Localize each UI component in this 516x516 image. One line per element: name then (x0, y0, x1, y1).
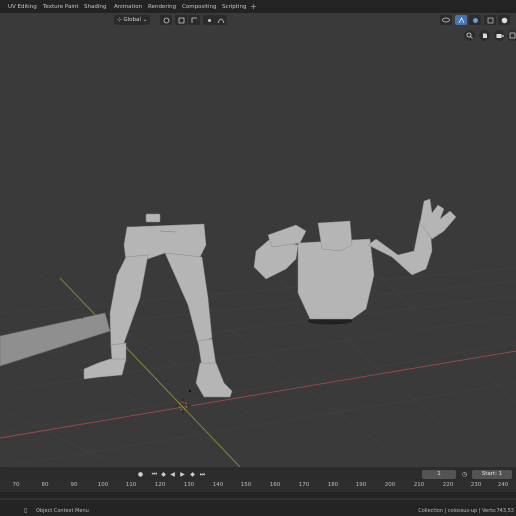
playback-controls: ● ⏮ ◆ ◀ ▶ ◆ ⏭ 1 ◷ Start: 1 (0, 467, 516, 481)
tick-label: 210 (413, 482, 425, 488)
play-reverse-icon[interactable]: ◀ (168, 470, 177, 479)
record-icon[interactable]: ● (136, 470, 145, 479)
snap-icon[interactable] (175, 15, 187, 25)
tick-label: 100 (97, 482, 109, 488)
timeline-scrollbar[interactable] (0, 498, 516, 500)
status-bar: ▯ Object Context Menu Collection | colos… (0, 506, 516, 516)
zoom-icon[interactable] (464, 30, 475, 41)
tab-texture-paint[interactable]: Texture Paint (43, 2, 79, 12)
tick-label: 80 (41, 482, 49, 488)
shading-solid-icon[interactable] (498, 15, 510, 25)
torso-mesh (253, 198, 457, 325)
tab-uv-editing[interactable]: UV Editing (8, 2, 37, 12)
tick-label: 170 (298, 482, 310, 488)
tick-label: 220 (442, 482, 454, 488)
visibility-icon[interactable] (440, 15, 452, 25)
legs-mesh (83, 213, 233, 398)
object-origin (81, 317, 83, 319)
start-frame-field[interactable]: Start: 1 (472, 470, 512, 479)
falloff-icon[interactable] (215, 15, 227, 25)
xray-icon[interactable] (484, 15, 496, 25)
tick-label: 190 (355, 482, 367, 488)
gizmo-icon[interactable] (455, 15, 467, 25)
tick-label: 70 (12, 482, 20, 488)
viewport-header: ⊹ Global ⌄ (0, 13, 516, 27)
mouse-right-icon: ▯ (24, 507, 28, 514)
tick-label: 130 (183, 482, 195, 488)
object-origin (188, 389, 192, 393)
play-icon[interactable]: ▶ (178, 470, 187, 479)
timeline-editor[interactable]: ● ⏮ ◆ ◀ ▶ ◆ ⏭ 1 ◷ Start: 1 70 80 90 100 … (0, 467, 516, 506)
tick-label: 200 (384, 482, 396, 488)
snap-target-icon[interactable] (188, 15, 200, 25)
tick-label: 90 (70, 482, 78, 488)
tick-label: 140 (212, 482, 224, 488)
proportional-edit-icon[interactable] (203, 15, 215, 25)
camera-view-icon[interactable] (494, 30, 505, 41)
tick-label: 110 (125, 482, 137, 488)
jump-keyframe-forward-icon[interactable]: ◆ (188, 470, 197, 479)
jump-end-icon[interactable]: ⏭ (198, 470, 207, 479)
tick-label: 120 (154, 482, 166, 488)
frame-ruler[interactable]: 70 80 90 100 110 120 130 140 150 160 170… (0, 481, 516, 492)
tab-animation[interactable]: Animation (114, 2, 142, 12)
tick-label: 240 (497, 482, 509, 488)
overlay-icon[interactable] (469, 15, 481, 25)
context-menu-hint: Object Context Menu (36, 508, 89, 514)
jump-start-icon[interactable]: ⏮ (150, 470, 159, 479)
transform-orientation-dropdown[interactable]: ⊹ Global ⌄ (114, 15, 151, 25)
timeline-track-area[interactable] (0, 492, 516, 506)
ortho-grid-icon[interactable] (507, 30, 516, 41)
tab-rendering[interactable]: Rendering (148, 2, 176, 12)
ground-plane (0, 312, 111, 367)
tab-compositing[interactable]: Compositing (182, 2, 216, 12)
clock-icon[interactable]: ◷ (460, 470, 469, 479)
current-frame-field[interactable]: 1 (422, 470, 456, 479)
tick-label: 180 (327, 482, 339, 488)
jump-keyframe-back-icon[interactable]: ◆ (159, 470, 168, 479)
pivot-icon[interactable] (160, 15, 172, 25)
workspace-tabs-bar: UV Editing Texture Paint Shading Animati… (0, 0, 516, 13)
scene-canvas (0, 198, 516, 467)
chevron-down-icon: ⌄ (140, 17, 148, 23)
hand-pan-icon[interactable] (479, 30, 490, 41)
tab-shading[interactable]: Shading (84, 2, 106, 12)
tick-label: 230 (470, 482, 482, 488)
tick-label: 160 (269, 482, 281, 488)
3d-viewport[interactable]: ⊹ Global ⌄ (0, 13, 516, 467)
tab-scripting[interactable]: Scripting (222, 2, 246, 12)
tick-label: 150 (240, 482, 252, 488)
scene-statistics: Collection | colossus-up | Verts:743,53 (418, 508, 514, 514)
add-workspace-button[interactable]: + (250, 2, 257, 12)
